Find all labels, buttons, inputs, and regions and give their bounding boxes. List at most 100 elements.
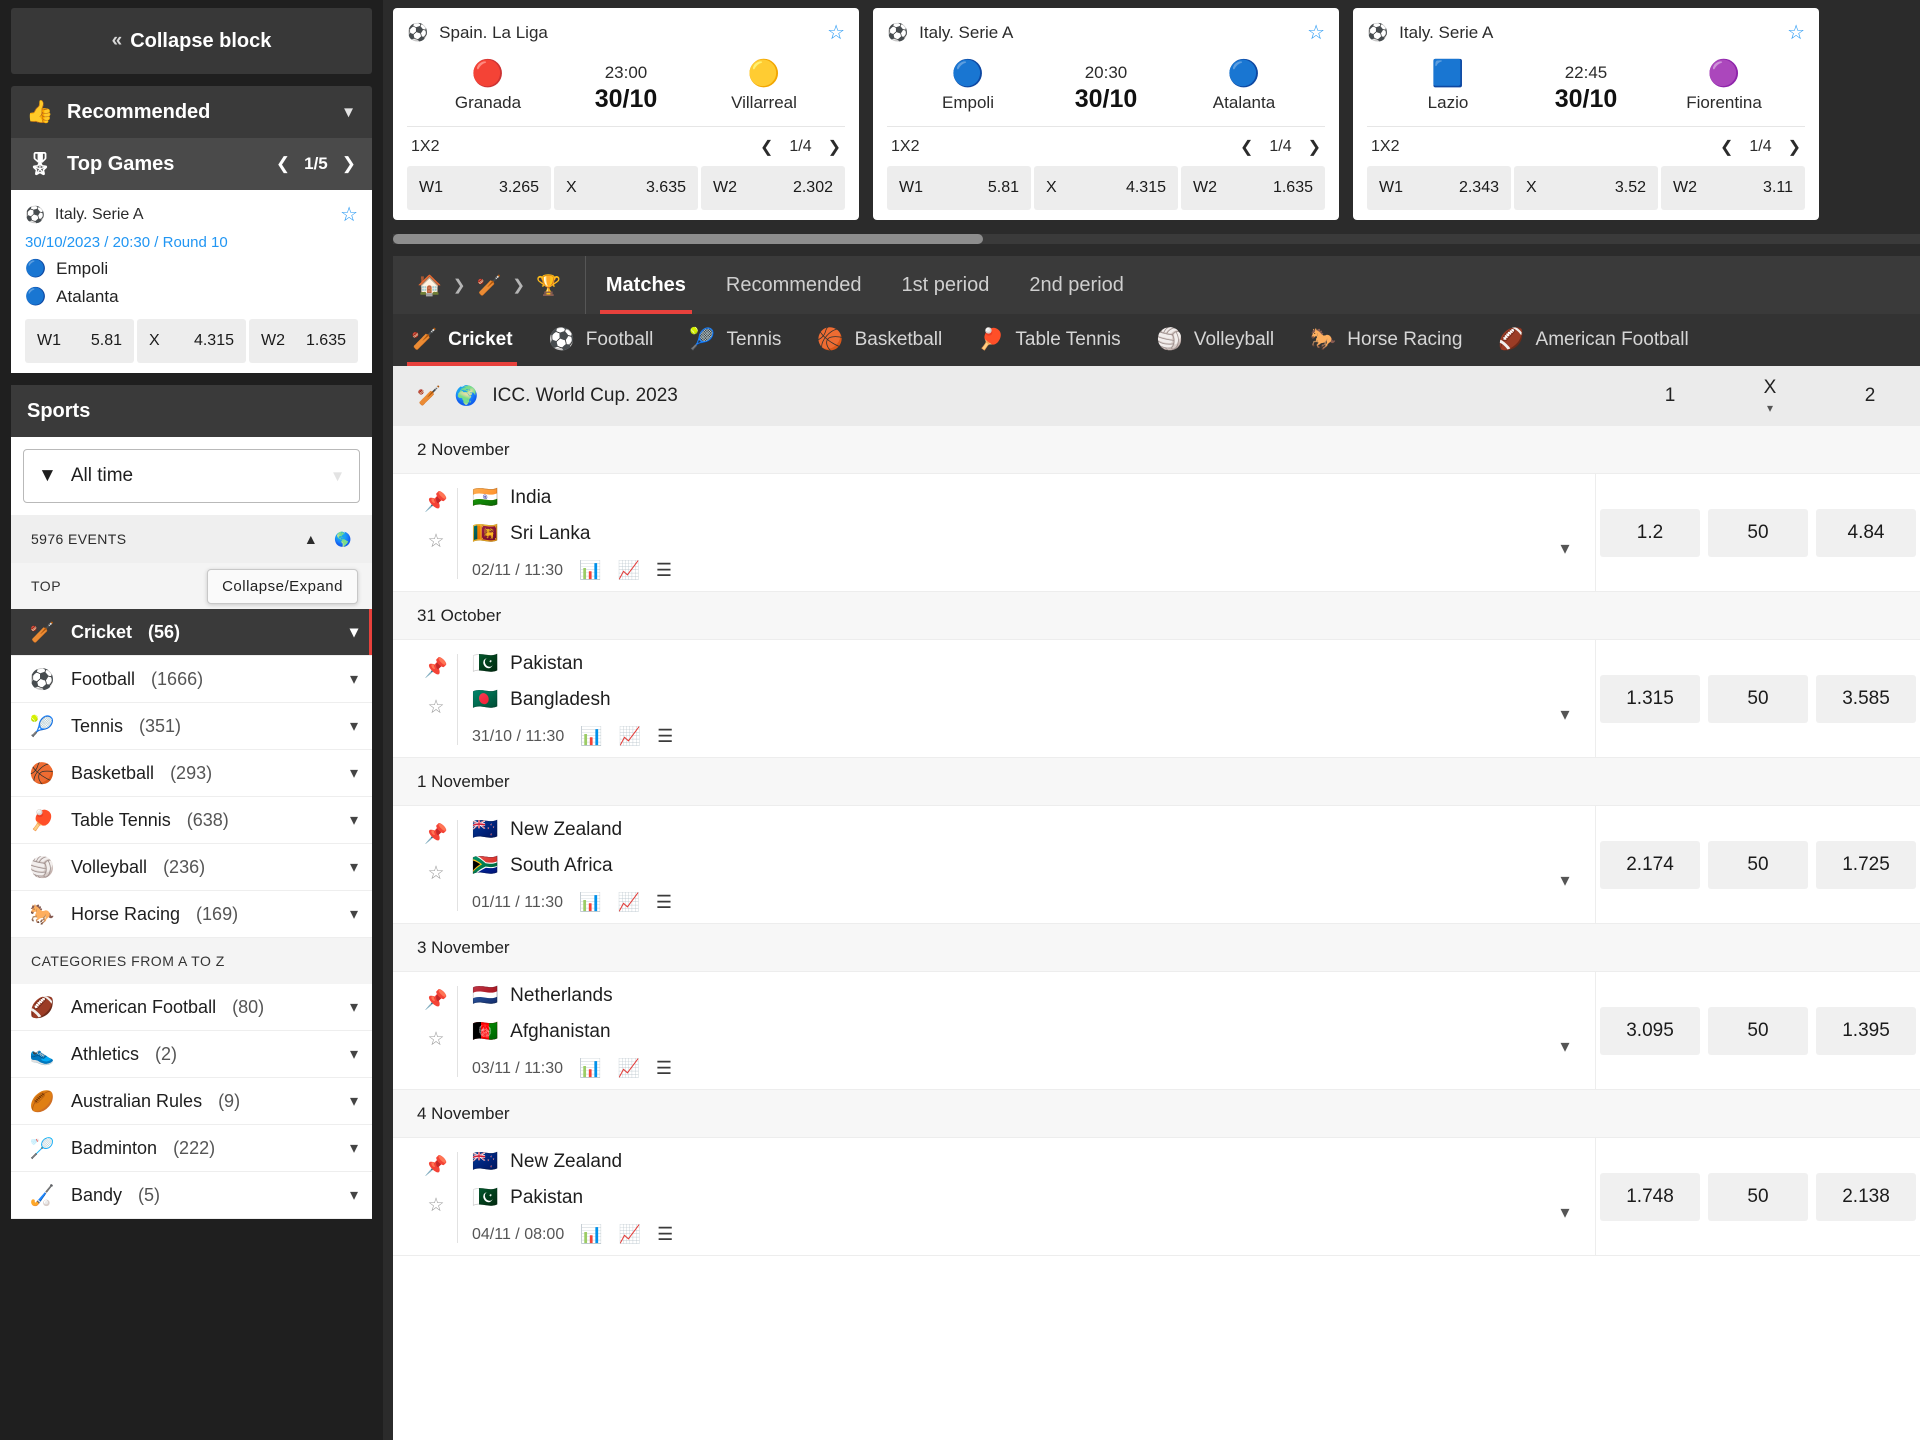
match-row[interactable]: 📌 ☆ 🇳🇱 Netherlands 🇦🇫 Afghanistan 03/11 / 11:3… [393, 972, 1920, 1090]
globe-icon[interactable]: 🌎 [334, 531, 352, 548]
odds-button[interactable]: X 3.52 [1514, 166, 1658, 210]
sidebar-item-australian-rules[interactable]: 🏉 Australian Rules (9) ▾ [11, 1078, 372, 1125]
odds-button[interactable]: 2.138 [1816, 1172, 1916, 1221]
prev-game-button[interactable]: ❮ [276, 154, 290, 174]
collapse-block-button[interactable]: « Collapse block [11, 8, 372, 74]
odds-button[interactable]: 50 [1708, 1172, 1808, 1221]
top-match-card[interactable]: ⚽ Italy. Serie A ☆ 🔵 Empoli 20:30 30/10 🔵 Atalan… [873, 8, 1339, 220]
cricket-icon[interactable]: 🏏 [476, 273, 501, 298]
sport-tab-tennis[interactable]: 🎾 Tennis [671, 314, 799, 366]
sidebar-item-athletics[interactable]: 👟 Athletics (2) ▾ [11, 1031, 372, 1078]
chevron-down-icon[interactable]: ▾ [350, 669, 358, 689]
sport-tab-football[interactable]: ⚽ Football [531, 314, 672, 366]
chart-icon[interactable]: 📈 [617, 892, 639, 913]
list-icon[interactable]: ☰ [656, 1058, 672, 1079]
odds-button[interactable]: W2 3.11 [1661, 166, 1805, 210]
favorite-star-icon[interactable]: ☆ [427, 862, 444, 885]
prev-market-button[interactable]: ❮ [1720, 137, 1733, 157]
match-row[interactable]: 📌 ☆ 🇳🇿 New Zealand 🇿🇦 South Africa 01/11 / 11:… [393, 806, 1920, 924]
chart-icon[interactable]: 📈 [619, 726, 641, 747]
favorite-star-icon[interactable]: ☆ [427, 696, 444, 719]
odds-button[interactable]: W1 3.265 [407, 166, 551, 210]
pin-icon[interactable]: 📌 [424, 1154, 448, 1178]
prev-market-button[interactable]: ❮ [760, 137, 773, 157]
scrollbar-thumb[interactable] [393, 234, 983, 244]
favorite-star-icon[interactable]: ☆ [427, 1194, 444, 1217]
expand-market-button[interactable]: ▾ [1535, 652, 1595, 747]
odds-button[interactable]: W2 2.302 [701, 166, 845, 210]
chevron-down-icon[interactable]: ▾ [350, 716, 358, 736]
chart-icon[interactable]: 📈 [617, 1058, 639, 1079]
pin-icon[interactable]: 📌 [424, 988, 448, 1012]
odds-button[interactable]: W2 1.635 [1181, 166, 1325, 210]
match-row[interactable]: 📌 ☆ 🇳🇿 New Zealand 🇵🇰 Pakistan 04/11 / 08:00 📊 📈… [393, 1138, 1920, 1256]
odds-button[interactable]: 50 [1708, 508, 1808, 557]
expand-market-button[interactable]: ▾ [1535, 486, 1595, 581]
chevron-down-icon[interactable]: ▾ [350, 622, 358, 642]
odds-button[interactable]: 1.748 [1600, 1172, 1700, 1221]
chevron-down-icon[interactable]: ▾ [350, 1091, 358, 1111]
chevron-down-icon[interactable]: ▾ [350, 997, 358, 1017]
chart-icon[interactable]: 📈 [617, 560, 639, 581]
next-game-button[interactable]: ❯ [342, 154, 356, 174]
odds-button[interactable]: W1 5.81 [25, 319, 134, 363]
home-icon[interactable]: 🏠 [417, 273, 442, 298]
league-header[interactable]: 🏏 🌍 ICC. World Cup. 2023 1 X ▾ 2 [393, 366, 1920, 426]
odds-button[interactable]: X 4.315 [1034, 166, 1178, 210]
expand-market-button[interactable]: ▾ [1535, 984, 1595, 1079]
sidebar-item-volleyball[interactable]: 🏐 Volleyball (236) ▾ [11, 844, 372, 891]
sidebar-item-horse-racing[interactable]: 🐎 Horse Racing (169) ▾ [11, 891, 372, 938]
sidebar-item-badminton[interactable]: 🏸 Badminton (222) ▾ [11, 1125, 372, 1172]
favorite-star-icon[interactable]: ☆ [827, 20, 845, 45]
list-icon[interactable]: ☰ [656, 560, 672, 581]
odds-button[interactable]: 1.725 [1816, 840, 1916, 889]
odds-button[interactable]: W1 5.81 [887, 166, 1031, 210]
top-match-card[interactable]: ⚽ Italy. Serie A ☆ 🟦 Lazio 22:45 30/10 🟣 Fiorent… [1353, 8, 1819, 220]
odds-button[interactable]: 50 [1708, 674, 1808, 723]
favorite-star-icon[interactable]: ☆ [1787, 20, 1805, 45]
expand-market-button[interactable]: ▾ [1535, 1150, 1595, 1245]
chevron-down-icon[interactable]: ▾ [350, 857, 358, 877]
statistics-icon[interactable]: 📊 [579, 560, 601, 581]
pin-icon[interactable]: 📌 [424, 490, 448, 514]
odds-button[interactable]: 1.395 [1816, 1006, 1916, 1055]
next-market-button[interactable]: ❯ [1308, 137, 1321, 157]
odds-button[interactable]: 1.2 [1600, 508, 1700, 557]
odds-button[interactable]: 50 [1708, 840, 1808, 889]
trophy-icon[interactable]: 🏆 [536, 273, 561, 298]
expand-market-button[interactable]: ▾ [1535, 818, 1595, 913]
prev-market-button[interactable]: ❮ [1240, 137, 1253, 157]
favorite-star-icon[interactable]: ☆ [427, 530, 444, 553]
sport-tab-table-tennis[interactable]: 🏓 Table Tennis [960, 314, 1138, 366]
list-icon[interactable]: ☰ [656, 892, 672, 913]
chevron-down-icon[interactable]: ▾ [350, 810, 358, 830]
next-market-button[interactable]: ❯ [828, 137, 841, 157]
pin-icon[interactable]: 📌 [424, 822, 448, 846]
odds-button[interactable]: 4.84 [1816, 508, 1916, 557]
next-market-button[interactable]: ❯ [1788, 137, 1801, 157]
sidebar-item-basketball[interactable]: 🏀 Basketball (293) ▾ [11, 750, 372, 797]
tab-matches[interactable]: Matches [586, 256, 706, 314]
odds-button[interactable]: X 3.635 [554, 166, 698, 210]
odds-button[interactable]: X 4.315 [137, 319, 246, 363]
sport-tab-basketball[interactable]: 🏀 Basketball [799, 314, 960, 366]
sidebar-item-bandy[interactable]: 🏑 Bandy (5) ▾ [11, 1172, 372, 1219]
time-filter-select[interactable]: ▼ All time ▼ [23, 449, 360, 503]
favorite-star-icon[interactable]: ☆ [1307, 20, 1325, 45]
odds-button[interactable]: 2.174 [1600, 840, 1700, 889]
chevron-down-icon[interactable]: ▾ [350, 1044, 358, 1064]
pin-icon[interactable]: 📌 [424, 656, 448, 680]
list-icon[interactable]: ☰ [657, 1224, 673, 1245]
odds-button[interactable]: 3.095 [1600, 1006, 1700, 1055]
chart-icon[interactable]: 📈 [619, 1224, 641, 1245]
chevron-down-icon[interactable]: ▾ [350, 904, 358, 924]
sport-tab-horse-racing[interactable]: 🐎 Horse Racing [1292, 314, 1480, 366]
favorite-star-icon[interactable]: ☆ [340, 202, 358, 227]
odds-button[interactable]: 3.585 [1816, 674, 1916, 723]
collapse-all-icon[interactable]: ▲ [304, 531, 318, 547]
tab-recommended[interactable]: Recommended [706, 256, 882, 314]
chevron-down-icon[interactable]: ▾ [350, 763, 358, 783]
odds-button[interactable]: W1 2.343 [1367, 166, 1511, 210]
odds-button[interactable]: W2 1.635 [249, 319, 358, 363]
match-row[interactable]: 📌 ☆ 🇵🇰 Pakistan 🇧🇩 Bangladesh 31/10 / 11:30 📊 📈 ☰… [393, 640, 1920, 758]
